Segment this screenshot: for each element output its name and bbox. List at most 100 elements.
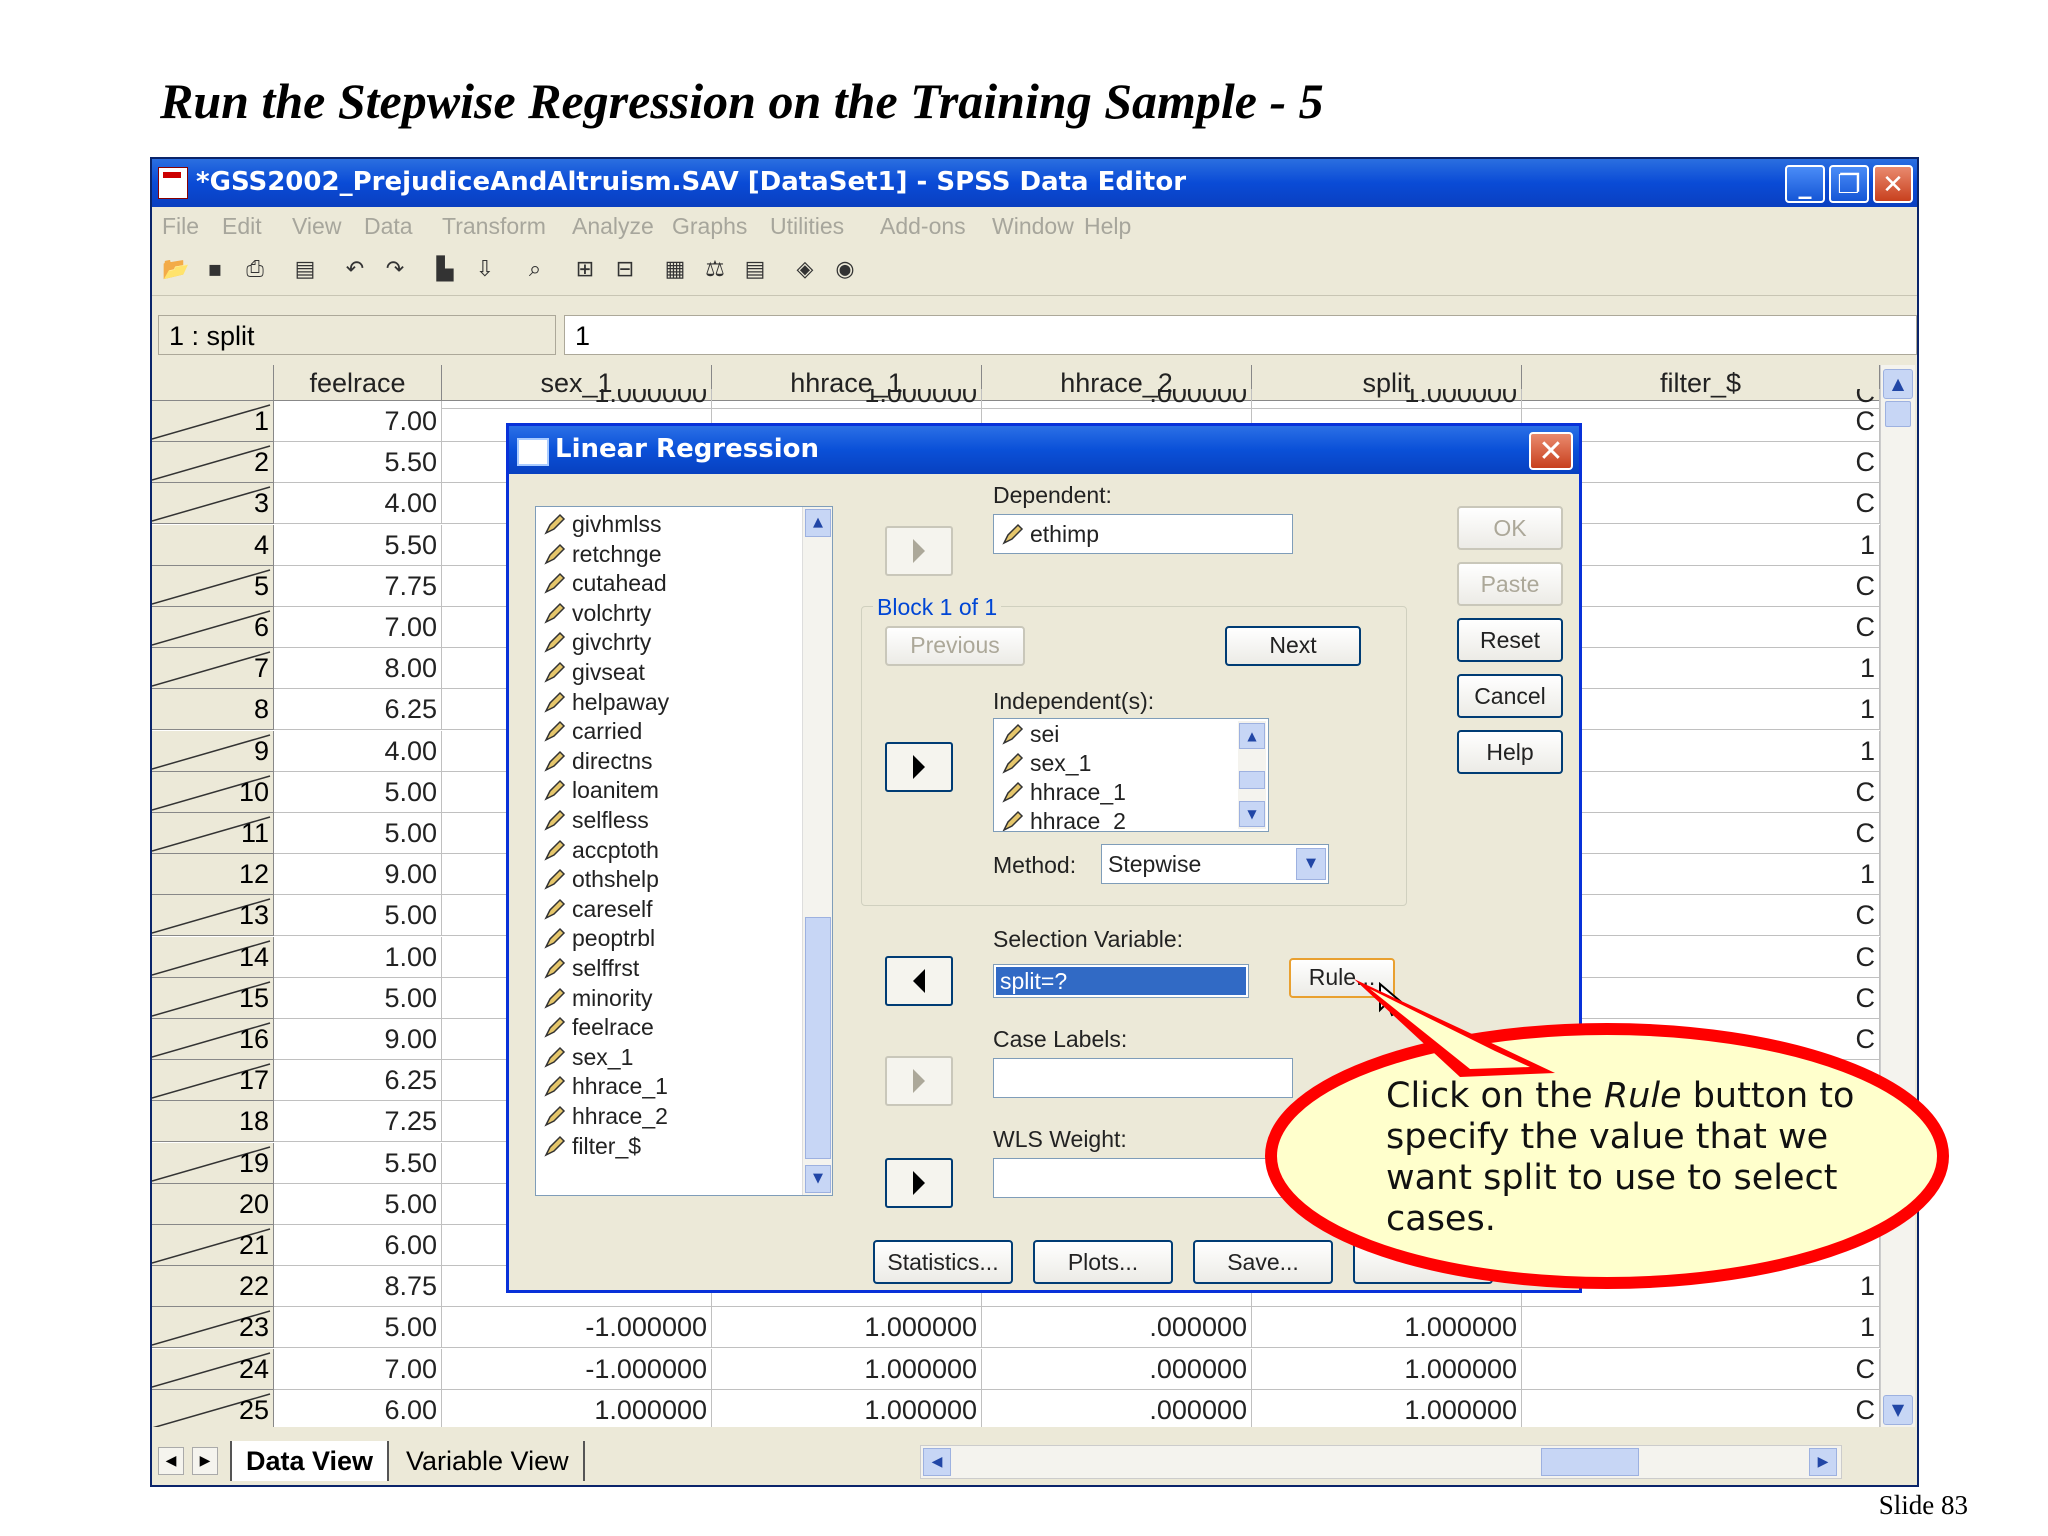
move-wls-weight-button[interactable] [885,1158,953,1208]
menu-utilities[interactable]: Utilities [770,213,844,240]
row-header[interactable]: 15 [152,977,274,1019]
data-cell-feelrace[interactable]: 8.75 [274,1266,442,1308]
menu-graphs[interactable]: Graphs [672,213,747,240]
row-header[interactable]: 24 [152,1348,274,1390]
previous-button[interactable]: Previous [885,626,1025,666]
variable-list-scrollbar[interactable]: ▲ ▼ [802,507,832,1195]
row-header[interactable]: 17 [152,1060,274,1102]
data-cell-sex-1[interactable]: -1.000000 [442,1307,712,1349]
data-cell-feelrace[interactable]: 7.00 [274,1348,442,1390]
row-header[interactable]: 22 [152,1266,274,1308]
variable-item[interactable]: givhmlss [544,511,661,540]
statistics-button[interactable]: Statistics... [873,1240,1013,1284]
variable-item[interactable]: feelrace [544,1014,654,1043]
case-labels-field[interactable] [993,1058,1293,1098]
variable-item[interactable]: filter_$ [544,1133,641,1162]
variable-item[interactable]: cutahead [544,570,667,599]
row-header[interactable]: 1 [152,401,274,442]
use-sets-icon[interactable]: ◉ [832,259,858,281]
variable-item[interactable]: selffrst [544,955,639,984]
data-cell-feelrace[interactable]: 5.00 [274,977,442,1019]
data-cell-sex-1[interactable]: 1.000000 [442,1389,712,1427]
independent-item[interactable]: sei [1002,721,1059,750]
independents-list[interactable]: hhrace_2 hhrace_1 sex_1 sei ▲ ▼ [993,718,1269,832]
data-cell-feelrace[interactable]: 7.75 [274,565,442,607]
row-header[interactable]: 2 [152,442,274,484]
variable-item[interactable]: peoptrbl [544,925,655,954]
variable-item[interactable]: hhrace_2 [544,1103,668,1132]
data-cell-split[interactable]: 1.000000 [1252,1348,1522,1390]
method-select[interactable]: Stepwise ▼ [1101,844,1329,884]
next-button[interactable]: Next [1225,626,1361,666]
chevron-down-icon[interactable]: ▼ [1296,848,1326,880]
data-cell-feelrace[interactable]: 5.50 [274,442,442,484]
menu-window[interactable]: Window [992,213,1074,240]
value-labels-icon[interactable]: ◈ [792,259,818,281]
data-cell-feelrace[interactable]: 5.00 [274,813,442,854]
selection-variable-field[interactable]: split=? [993,964,1249,998]
independents-scrollbar[interactable]: ▲ ▼ [1238,721,1266,829]
menu-file[interactable]: File [162,213,199,240]
menu-transform[interactable]: Transform [442,213,546,240]
variable-item[interactable]: helpaway [544,689,669,718]
varlist-scroll-thumb[interactable] [805,917,831,1159]
move-case-labels-button[interactable] [885,1056,953,1106]
menu-addons[interactable]: Add-ons [880,213,966,240]
cell-value-editor[interactable]: 1 [564,315,1917,355]
data-cell-feelrace[interactable]: 6.25 [274,1060,442,1102]
data-cell-hhrace-1[interactable]: 1.000000 [712,1348,982,1390]
cancel-button[interactable]: Cancel [1457,674,1563,718]
find-icon[interactable]: ⌕ [522,259,548,281]
menu-analyze[interactable]: Analyze [572,213,654,240]
indep-scroll-thumb[interactable] [1239,771,1265,789]
row-header[interactable]: 12 [152,854,274,896]
row-header[interactable]: 3 [152,483,274,525]
row-header[interactable]: 4 [152,524,274,566]
source-variable-list[interactable]: filter_$ hhrace_2 hhrace_1 sex_1 feelrace min… [535,506,833,1196]
data-cell-feelrace[interactable]: 8.00 [274,648,442,690]
data-cell-feelrace[interactable]: 7.00 [274,607,442,648]
variable-item[interactable]: retchnge [544,541,662,570]
grid-corner[interactable] [152,365,274,401]
row-header[interactable]: 14 [152,936,274,978]
data-cell-hhrace-2[interactable]: .000000 [982,1307,1252,1349]
tab-scroll-right-icon[interactable]: ▶ [192,1447,218,1475]
data-cell-feelrace[interactable]: 4.00 [274,730,442,772]
variable-item[interactable]: othshelp [544,866,659,895]
insert-cases-icon[interactable]: ⊞ [572,259,598,281]
data-cell-feelrace[interactable]: 6.25 [274,689,442,731]
data-cell-filter[interactable]: C [1522,1348,1880,1390]
independent-item[interactable]: hhrace_1 [1002,779,1126,808]
column-header-feelrace[interactable]: feelrace [274,365,442,401]
close-icon[interactable]: ✕ [1873,165,1913,203]
tab-scroll-left-icon[interactable]: ◀ [158,1447,184,1475]
ok-button[interactable]: OK [1457,506,1563,550]
open-folder-icon[interactable]: 📂 [162,259,189,281]
scroll-thumb[interactable] [1885,401,1911,427]
row-header[interactable]: 5 [152,565,274,607]
print-icon[interactable]: ⎙ [242,259,268,281]
variable-item[interactable]: loanitem [544,777,659,806]
dialog-recall-icon[interactable]: ▤ [292,259,318,281]
data-cell-feelrace[interactable]: 9.00 [274,854,442,896]
data-cell-feelrace[interactable]: 5.00 [274,895,442,937]
help-button[interactable]: Help [1457,730,1563,774]
data-cell-feelrace[interactable]: 5.00 [274,1183,442,1225]
variable-item[interactable]: accptoth [544,837,659,866]
variable-item[interactable]: sex_1 [544,1044,633,1073]
dependent-field[interactable]: ethimp [993,514,1293,554]
menu-view[interactable]: View [292,213,341,240]
undo-icon[interactable]: ↶ [342,259,368,281]
row-header[interactable]: 18 [152,1101,274,1143]
variable-item[interactable]: careself [544,896,653,925]
paste-button[interactable]: Paste [1457,562,1563,606]
menu-data[interactable]: Data [364,213,413,240]
independent-item[interactable]: sex_1 [1002,750,1091,779]
independent-item[interactable]: hhrace_2 [1002,808,1126,831]
hscroll-right-icon[interactable]: ▶ [1809,1448,1837,1476]
row-header[interactable]: 19 [152,1142,274,1184]
data-cell-feelrace[interactable]: 7.25 [274,1101,442,1143]
dialog-close-icon[interactable]: ✕ [1529,432,1573,470]
data-cell-feelrace[interactable]: 5.50 [274,524,442,566]
variable-item[interactable]: hhrace_1 [544,1073,668,1102]
